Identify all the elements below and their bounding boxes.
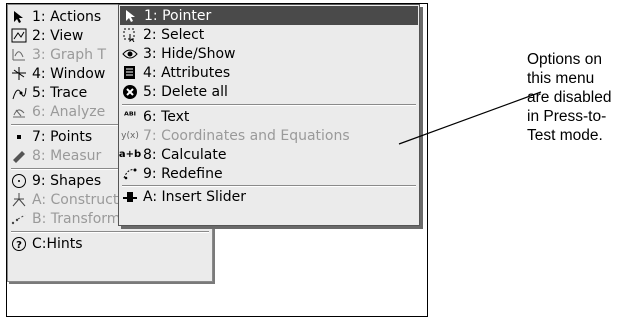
annotation-line: Options on: [527, 51, 602, 68]
annotation-line: are disabled: [527, 89, 612, 106]
annotation-line: in Press-to-: [527, 108, 607, 125]
annotation-line: Test mode.: [527, 127, 603, 144]
callout-line: [398, 91, 542, 145]
annotation-note: Options on this menu are disabled in Pre…: [527, 50, 611, 145]
annotation-line: this menu: [527, 70, 595, 87]
